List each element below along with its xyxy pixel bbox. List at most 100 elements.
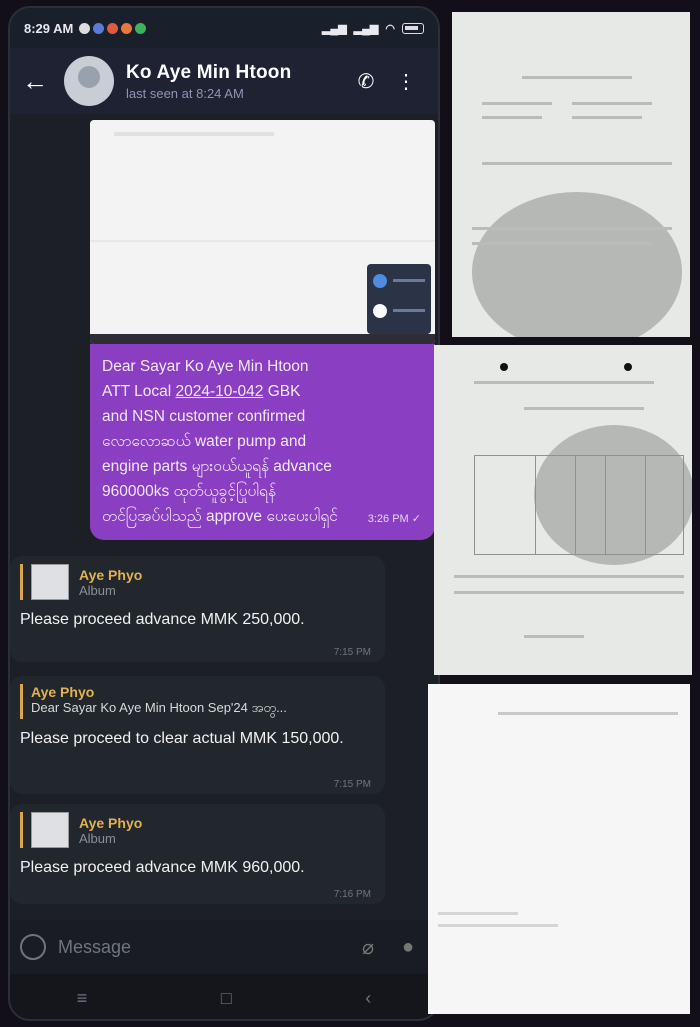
system-navigation-bar: ≡ □ ‹ (10, 974, 438, 1019)
doc-line (572, 116, 642, 119)
chat-header: ← Ko Aye Min Htoon last seen at 8:24 AM … (10, 48, 438, 114)
document-photo-1[interactable] (452, 12, 690, 337)
quote-author: Aye Phyo (79, 814, 143, 831)
doc-line (454, 575, 684, 578)
more-menu-icon[interactable]: ⋮ (386, 69, 426, 94)
doc-line (474, 381, 654, 384)
battery-icon (402, 22, 424, 34)
quoted-message[interactable]: Aye Phyo Album (20, 564, 375, 600)
table-column (535, 456, 536, 554)
outgoing-message[interactable]: Dear Sayar Ko Aye Min Htoon ATT Local 20… (90, 344, 435, 540)
read-check-icon: ✓ (411, 513, 421, 525)
doc-line (498, 712, 678, 715)
message-text: Please proceed to clear actual MMK 150,0… (20, 730, 344, 747)
doc-line (524, 407, 644, 410)
overlay-line (393, 309, 425, 312)
table-column (645, 456, 646, 554)
app-notification-icon (107, 22, 119, 34)
screen: 8:29 AM ▂▄▆ ▂▄▆ ◠ ← Ko Aye Min Htoon las… (0, 0, 700, 1027)
attach-icon[interactable]: ⌀ (348, 935, 388, 960)
doc-line (522, 76, 632, 79)
message-line: engine parts များဝယ်ယူရန် advance (102, 458, 332, 475)
time-text: 3:26 PM (367, 513, 409, 525)
table-column (605, 456, 606, 554)
incoming-reply-message[interactable]: Aye Phyo Album Please proceed advance MM… (10, 804, 385, 904)
table-column (575, 456, 576, 554)
status-time: 8:29 AM (24, 20, 74, 36)
message-text: ATT Local (102, 383, 176, 400)
quote-author: Aye Phyo (79, 566, 143, 583)
back-icon[interactable]: ‹ (365, 988, 371, 1009)
message-input-bar: Message ⌀ ● (10, 920, 438, 974)
quote-author: Aye Phyo (31, 684, 95, 700)
emoji-icon[interactable] (20, 934, 46, 960)
punch-hole (500, 363, 508, 371)
message-text: Please proceed advance MMK 250,000. (20, 611, 305, 628)
white-dot-icon (373, 304, 387, 318)
message-time: 7:15 PM (333, 779, 371, 790)
quote-preview: Album (79, 830, 116, 846)
message-text: Please proceed advance MMK 960,000. (20, 859, 305, 876)
phone-icon[interactable]: ✆ (346, 69, 386, 94)
message-time: 7:15 PM (333, 647, 371, 658)
photo-shadow (472, 192, 682, 337)
album-thumbnail (31, 564, 69, 600)
quote-preview: Album (79, 582, 116, 598)
doc-line (454, 591, 684, 594)
message-list[interactable]: Dear Sayar Ko Aye Min Htoon ATT Local 20… (10, 114, 438, 914)
image-footer (90, 334, 435, 344)
message-time: 7:16 PM (333, 889, 371, 900)
message-text: GBK (263, 383, 301, 400)
message-time: 3:26 PM ✓ (368, 507, 421, 532)
quote-preview: Dear Sayar Ko Aye Min Htoon Sep'24 အတွ..… (31, 700, 287, 715)
home-icon[interactable]: □ (221, 988, 232, 1009)
reference-link[interactable]: 2024-10-042 (176, 383, 264, 400)
image-line (90, 240, 435, 242)
signal-icon: ▂▄▆ (321, 22, 347, 35)
incoming-reply-message[interactable]: Aye Phyo Album Please proceed advance MM… (10, 556, 385, 662)
doc-line (524, 635, 584, 638)
image-line (114, 132, 274, 136)
last-seen: last seen at 8:24 AM (126, 85, 244, 101)
message-input[interactable]: Message (58, 937, 348, 958)
message-line: Dear Sayar Ko Aye Min Htoon (102, 358, 309, 375)
message-line: and NSN customer confirmed (102, 408, 306, 425)
blue-dot-icon (373, 274, 387, 288)
doc-line (472, 242, 652, 245)
doc-line (482, 116, 542, 119)
doc-line (438, 924, 558, 927)
incoming-reply-message[interactable]: Aye Phyo Dear Sayar Ko Aye Min Htoon Sep… (10, 676, 385, 794)
quoted-message[interactable]: Aye Phyo Album (20, 812, 375, 848)
wifi-icon: ◠ (385, 22, 395, 35)
overlay-line (393, 279, 425, 282)
doc-line (438, 912, 518, 915)
alarm-icon (79, 22, 91, 34)
doc-table (474, 455, 684, 555)
message-line: ATT Local 2024-10-042 GBK (102, 379, 423, 404)
app-notification-icon (121, 22, 133, 34)
contact-info[interactable]: Ko Aye Min Htoon last seen at 8:24 AM (126, 62, 346, 101)
phone-screen: 8:29 AM ▂▄▆ ▂▄▆ ◠ ← Ko Aye Min Htoon las… (8, 6, 440, 1021)
doc-line (482, 102, 552, 105)
signal-icon: ▂▄▆ (353, 22, 379, 35)
album-thumbnail (31, 812, 69, 848)
doc-line (482, 162, 672, 165)
image-overlay (367, 264, 431, 334)
app-notification-icon (93, 22, 105, 34)
message-line: 960000ks ထုတ်ယူခွင့်ပြုပါရန် (102, 483, 276, 500)
document-photo-3[interactable] (428, 684, 690, 1014)
document-photo-2[interactable] (434, 345, 692, 675)
app-notification-icon (135, 22, 147, 34)
back-arrow-icon[interactable]: ← (22, 66, 56, 97)
avatar[interactable] (64, 56, 114, 106)
menu-icon[interactable]: ≡ (77, 988, 88, 1009)
quoted-message[interactable]: Aye Phyo Dear Sayar Ko Aye Min Htoon Sep… (20, 684, 375, 719)
status-bar: 8:29 AM ▂▄▆ ▂▄▆ ◠ (10, 8, 438, 48)
shared-image[interactable] (90, 120, 435, 344)
contact-name: Ko Aye Min Htoon (126, 61, 292, 83)
punch-hole (624, 363, 632, 371)
message-line: လောလောဆယ် water pump and (102, 433, 307, 450)
doc-line (572, 102, 652, 105)
doc-line (472, 227, 672, 230)
microphone-icon[interactable]: ● (388, 936, 428, 959)
